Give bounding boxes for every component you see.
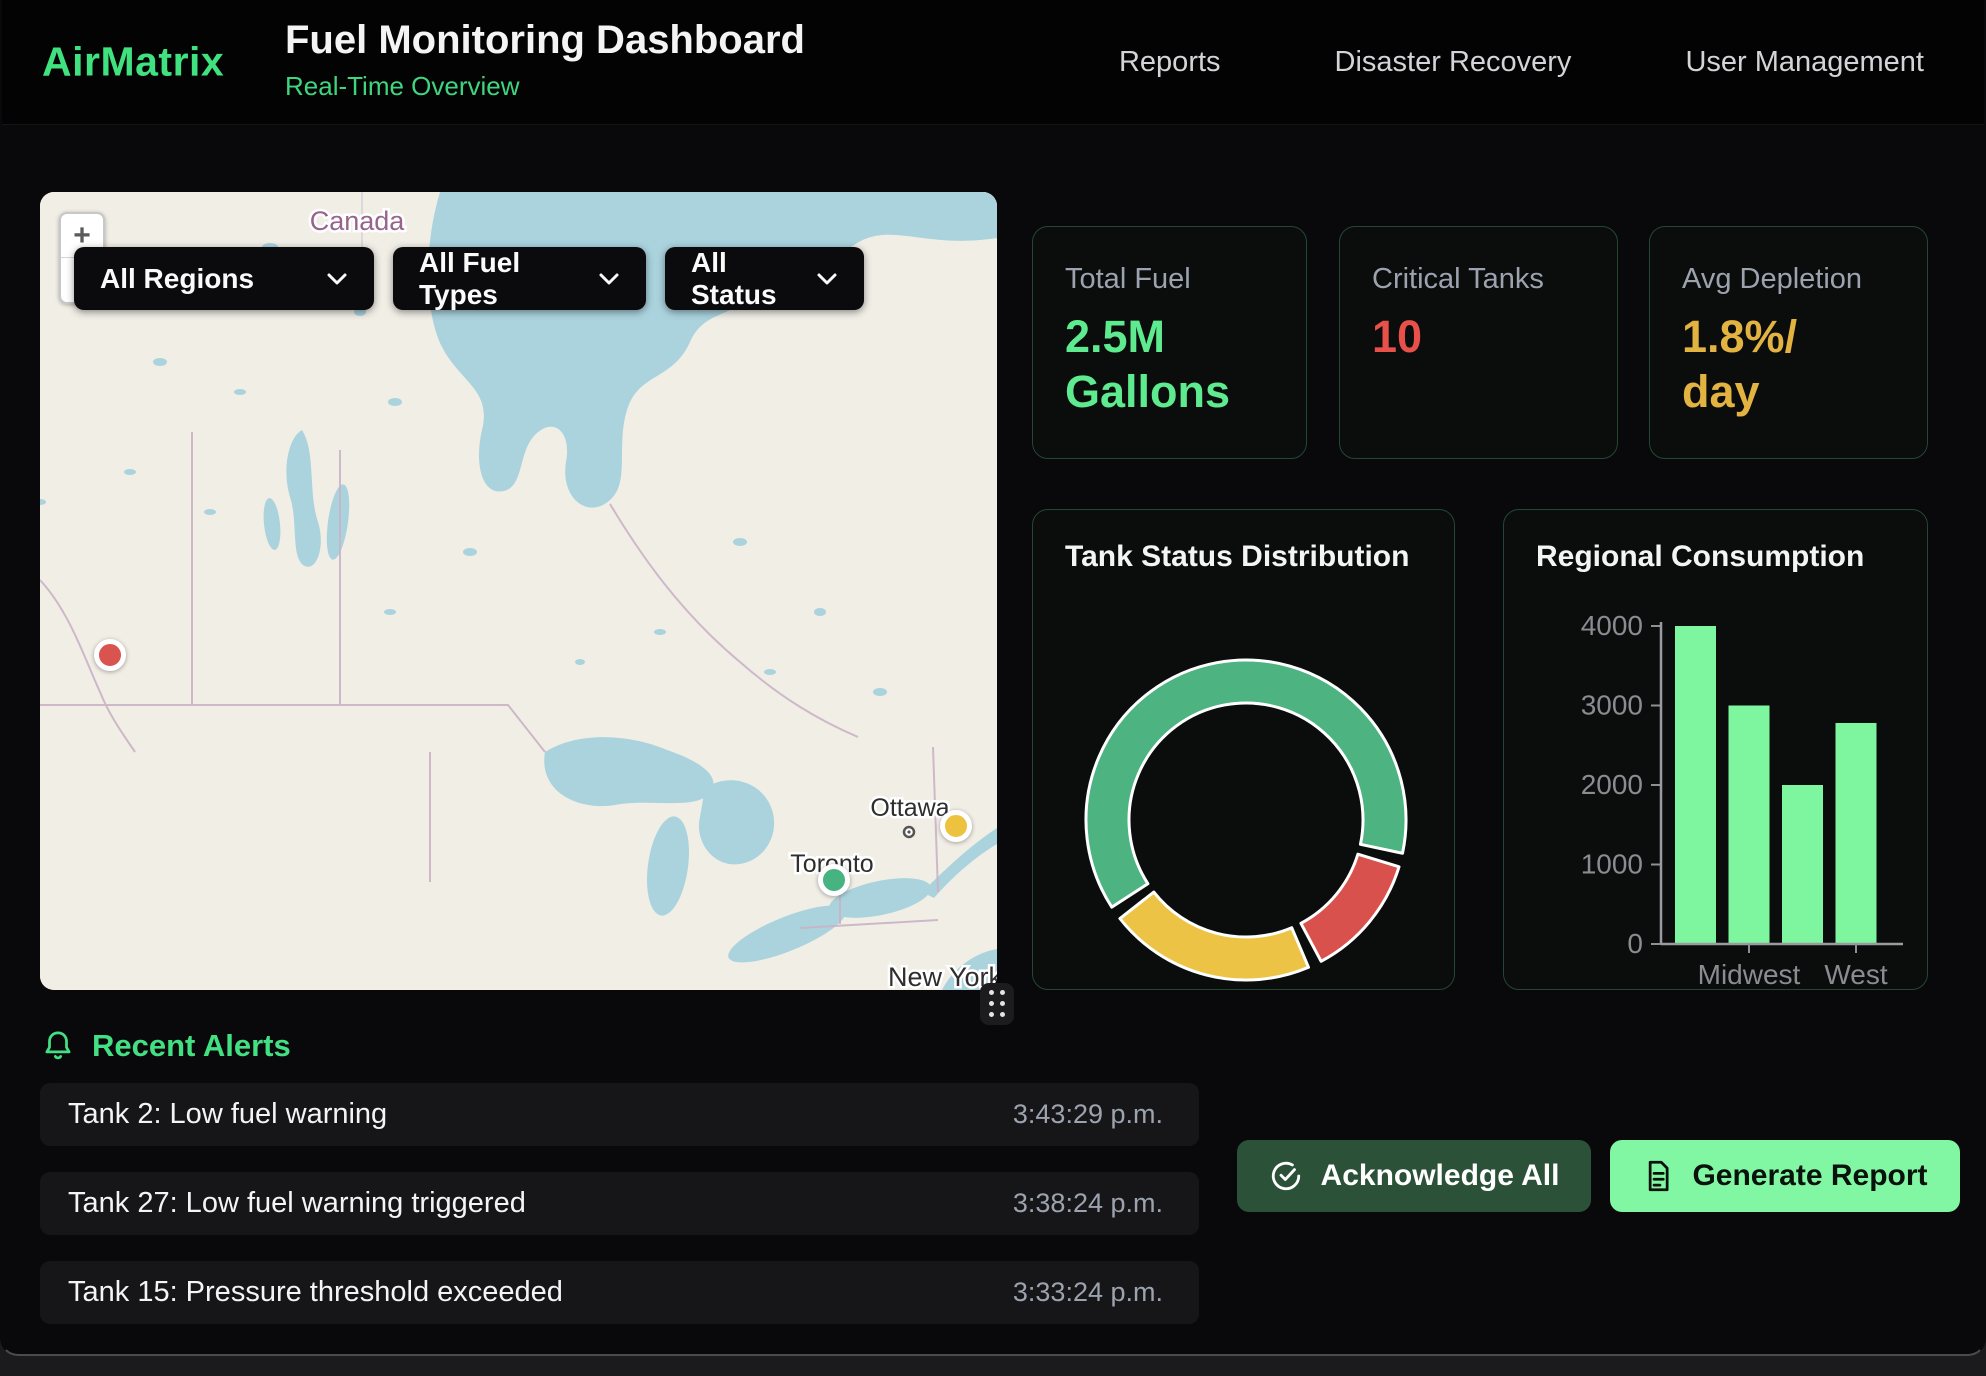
- generate-report-button[interactable]: Generate Report: [1610, 1140, 1960, 1212]
- page-title: Fuel Monitoring Dashboard: [285, 18, 805, 63]
- svg-text:2000: 2000: [1581, 769, 1643, 800]
- svg-text:Midwest: Midwest: [1698, 959, 1801, 990]
- status-filter-value: All Status: [691, 247, 794, 311]
- svg-text:4000: 4000: [1581, 610, 1643, 641]
- alert-message: Tank 15: Pressure threshold exceeded: [68, 1276, 563, 1309]
- stat-value-avg-depletion: 1.8%/day: [1682, 310, 1807, 420]
- alert-message: Tank 2: Low fuel warning: [68, 1098, 387, 1131]
- bell-icon: [42, 1029, 74, 1063]
- acknowledge-all-label: Acknowledge All: [1321, 1159, 1560, 1193]
- nav-item-disaster-recovery[interactable]: Disaster Recovery: [1335, 46, 1572, 79]
- map-label-new-york: New York: [888, 962, 997, 990]
- map-marker-warning[interactable]: [940, 810, 972, 842]
- fuel-type-filter-value: All Fuel Types: [419, 247, 576, 311]
- map-marker-normal[interactable]: [818, 864, 850, 896]
- dashboard-panel: AirMatrix Fuel Monitoring Dashboard Real…: [0, 0, 1986, 1356]
- alert-row[interactable]: Tank 15: Pressure threshold exceeded 3:3…: [40, 1261, 1199, 1324]
- map-panel: Canada Ottawa Toronto New York + − All R…: [40, 192, 997, 990]
- region-filter-select[interactable]: All Regions: [74, 247, 374, 310]
- alert-time: 3:33:24 p.m.: [1013, 1277, 1163, 1308]
- svg-text:1000: 1000: [1581, 849, 1643, 880]
- alert-row[interactable]: Tank 27: Low fuel warning triggered 3:38…: [40, 1172, 1199, 1235]
- svg-text:0: 0: [1627, 928, 1643, 959]
- title-block: Fuel Monitoring Dashboard Real-Time Over…: [285, 18, 805, 102]
- tank-status-distribution-card: Tank Status Distribution: [1032, 509, 1455, 990]
- map-filters: All Regions All Fuel Types All Status: [74, 247, 864, 310]
- stat-value-total-fuel: 2.5M Gallons: [1065, 310, 1274, 420]
- nav-item-user-management[interactable]: User Management: [1685, 46, 1924, 79]
- map-marker-critical[interactable]: [94, 639, 126, 671]
- stat-label: Critical Tanks: [1372, 263, 1585, 296]
- stat-card-avg-depletion: Avg Depletion 1.8%/day: [1649, 226, 1928, 459]
- recent-alerts-title: Recent Alerts: [92, 1028, 291, 1064]
- chevron-down-icon: [816, 272, 838, 286]
- recent-alerts-header: Recent Alerts: [42, 1028, 291, 1064]
- regional-consumption-bar-chart: 0 1000 2000 3000 4000 Midwest West: [1504, 510, 1928, 990]
- status-filter-select[interactable]: All Status: [665, 247, 864, 310]
- regional-consumption-card: Regional Consumption 01000200030004000Mi…: [1503, 509, 1928, 990]
- stat-card-critical-tanks: Critical Tanks 10: [1339, 226, 1618, 459]
- map-canvas[interactable]: Canada Ottawa Toronto New York: [40, 192, 997, 990]
- chevron-down-icon: [598, 272, 620, 286]
- document-icon: [1642, 1159, 1674, 1193]
- generate-report-label: Generate Report: [1692, 1159, 1927, 1193]
- alert-time: 3:38:24 p.m.: [1013, 1188, 1163, 1219]
- alert-message: Tank 27: Low fuel warning triggered: [68, 1187, 526, 1220]
- alert-time: 3:43:29 p.m.: [1013, 1099, 1163, 1130]
- check-circle-icon: [1269, 1159, 1303, 1193]
- fuel-type-filter-select[interactable]: All Fuel Types: [393, 247, 646, 310]
- page-subtitle: Real-Time Overview: [285, 71, 805, 102]
- stat-card-total-fuel: Total Fuel 2.5M Gallons: [1032, 226, 1307, 459]
- map-label-canada: Canada: [310, 206, 406, 236]
- chevron-down-icon: [326, 272, 348, 286]
- main-nav: Reports Disaster Recovery User Managemen…: [1119, 0, 1924, 125]
- acknowledge-all-button[interactable]: Acknowledge All: [1237, 1140, 1591, 1212]
- stat-label: Total Fuel: [1065, 263, 1274, 296]
- header: AirMatrix Fuel Monitoring Dashboard Real…: [2, 0, 1984, 125]
- alert-row[interactable]: Tank 2: Low fuel warning 3:43:29 p.m.: [40, 1083, 1199, 1146]
- svg-text:West: West: [1824, 959, 1887, 990]
- map-label-ottawa: Ottawa: [870, 794, 949, 822]
- brand-logo: AirMatrix: [42, 39, 224, 86]
- region-filter-value: All Regions: [100, 263, 254, 295]
- tank-status-donut-chart: [1033, 510, 1455, 990]
- stat-value-critical-tanks: 10: [1372, 310, 1585, 365]
- nav-item-reports[interactable]: Reports: [1119, 46, 1221, 79]
- stat-label: Avg Depletion: [1682, 263, 1895, 296]
- map-resize-handle[interactable]: [980, 983, 1014, 1025]
- svg-text:3000: 3000: [1581, 690, 1643, 721]
